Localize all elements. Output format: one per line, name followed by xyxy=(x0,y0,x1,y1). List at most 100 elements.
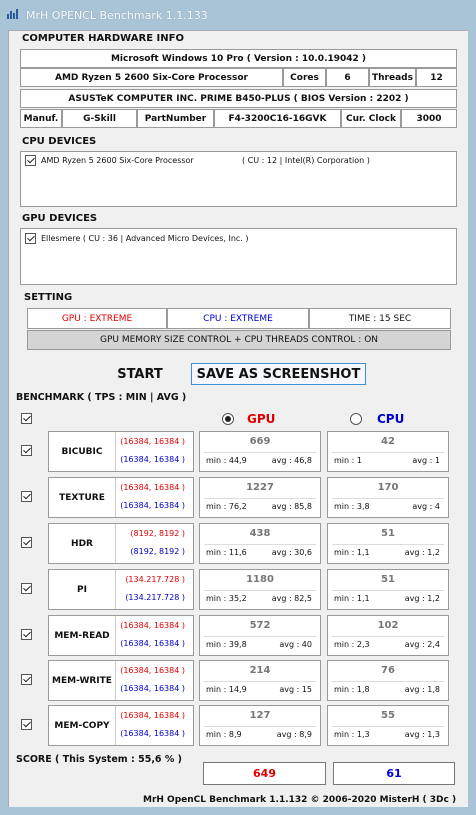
row-name-box: PI (134.217.728 ) (134.217.728 ) xyxy=(48,569,194,610)
gpu-result: 669 min : 44,9 avg : 46,8 xyxy=(199,431,321,472)
time-setting: TIME : 15 SEC xyxy=(309,308,451,329)
cpu-radio[interactable] xyxy=(350,413,362,425)
gpu-radio[interactable] xyxy=(222,413,234,425)
cpu-result: 76 min : 1,8 avg : 1,8 xyxy=(327,660,449,701)
row-checkbox[interactable] xyxy=(21,583,32,594)
cpu-avg: avg : 2,4 xyxy=(404,640,440,649)
gpu-tps: 438 xyxy=(249,528,271,539)
gpu-avg: avg : 40 xyxy=(279,640,312,649)
separator xyxy=(204,726,316,727)
gpu-size: (16384, 16384 ) xyxy=(120,666,185,675)
row-checkbox[interactable] xyxy=(21,537,32,548)
separator xyxy=(204,590,316,591)
hardware-section-title: COMPUTER HARDWARE INFO xyxy=(22,33,184,44)
test-name: TEXTURE xyxy=(49,478,116,517)
cpu-score: 61 xyxy=(333,762,455,785)
cpu-device-name: AMD Ryzen 5 2600 Six-Core Processor xyxy=(41,156,194,165)
gpu-tps: 1227 xyxy=(246,482,274,493)
cpu-size: (16384, 16384 ) xyxy=(120,684,185,693)
separator xyxy=(332,498,444,499)
cpu-min: min : 1,1 xyxy=(334,548,370,557)
row-name-box: MEM-READ (16384, 16384 ) (16384, 16384 ) xyxy=(48,615,194,656)
cpu-size: (8192, 8192 ) xyxy=(130,547,185,556)
cpu-avg: avg : 1,8 xyxy=(404,685,440,694)
cpu-device-checkbox[interactable] xyxy=(25,155,36,166)
test-name: BICUBIC xyxy=(49,432,116,471)
gpu-min: min : 35,2 xyxy=(206,594,247,603)
gpu-avg: avg : 82,5 xyxy=(271,594,312,603)
gpu-tps: 572 xyxy=(249,620,271,631)
gpu-avg: avg : 8,9 xyxy=(276,730,312,739)
partnumber-label: PartNumber xyxy=(137,109,214,128)
cpu-tps: 42 xyxy=(381,436,395,447)
row-name-box: MEM-COPY (16384, 16384 ) (16384, 16384 ) xyxy=(48,705,194,746)
gpu-avg: avg : 15 xyxy=(279,685,312,694)
row-checkbox[interactable] xyxy=(21,491,32,502)
cpu-devices-title: CPU DEVICES xyxy=(22,136,97,147)
window-title: MrH OPENCL Benchmark 1.1.133 xyxy=(26,9,208,22)
gpu-size: (16384, 16384 ) xyxy=(120,483,185,492)
partnumber-value: F4-3200C16-16GVK xyxy=(214,109,341,128)
gpu-size: (16384, 16384 ) xyxy=(120,621,185,630)
gpu-tps: 127 xyxy=(249,710,271,721)
cpu-size: (16384, 16384 ) xyxy=(120,501,185,510)
gpu-tps: 669 xyxy=(249,436,271,447)
gpu-result: 1180 min : 35,2 avg : 82,5 xyxy=(199,569,321,610)
gpu-min: min : 76,2 xyxy=(206,502,247,511)
threads-value: 12 xyxy=(416,68,457,87)
row-checkbox[interactable] xyxy=(21,674,32,685)
row-name-box: BICUBIC (16384, 16384 ) (16384, 16384 ) xyxy=(48,431,194,472)
manuf-value: G-Skill xyxy=(62,109,137,128)
gpu-size: (16384, 16384 ) xyxy=(120,437,185,446)
cpu-avg: avg : 1,3 xyxy=(404,730,440,739)
threads-label: Threads xyxy=(369,68,416,87)
cpu-result: 51 min : 1,1 avg : 1,2 xyxy=(327,569,449,610)
separator xyxy=(204,681,316,682)
separator xyxy=(332,544,444,545)
gpu-avg: avg : 30,6 xyxy=(271,548,312,557)
cpu-result: 51 min : 1,1 avg : 1,2 xyxy=(327,523,449,564)
clock-value: 3000 xyxy=(401,109,457,128)
row-checkbox[interactable] xyxy=(21,629,32,640)
title-bar: MrH OPENCL Benchmark 1.1.133 xyxy=(0,0,476,31)
save-screenshot-button[interactable]: SAVE AS SCREENSHOT xyxy=(191,363,366,385)
clock-label: Cur. Clock xyxy=(341,109,401,128)
gpu-avg: avg : 85,8 xyxy=(271,502,312,511)
gpu-tps: 1180 xyxy=(246,574,274,585)
manuf-label: Manuf. xyxy=(20,109,62,128)
gpu-result: 1227 min : 76,2 avg : 85,8 xyxy=(199,477,321,518)
cpu-min: min : 1 xyxy=(334,456,362,465)
gpu-min: min : 14,9 xyxy=(206,685,247,694)
separator xyxy=(332,726,444,727)
cpu-min: min : 2,3 xyxy=(334,640,370,649)
cpu-tps: 51 xyxy=(381,528,395,539)
row-checkbox[interactable] xyxy=(21,719,32,730)
gpu-result: 438 min : 11,6 avg : 30,6 xyxy=(199,523,321,564)
gpu-device-item: Ellesmere ( CU : 36 | Advanced Micro Dev… xyxy=(41,234,249,243)
cpu-avg: avg : 1,2 xyxy=(404,594,440,603)
cpu-size: (16384, 16384 ) xyxy=(120,639,185,648)
test-name: HDR xyxy=(49,524,116,563)
row-name-box: HDR (8192, 8192 ) (8192, 8192 ) xyxy=(48,523,194,564)
gpu-min: min : 8,9 xyxy=(206,730,242,739)
gpu-result: 127 min : 8,9 avg : 8,9 xyxy=(199,705,321,746)
app-icon xyxy=(7,9,18,19)
row-checkbox[interactable] xyxy=(21,445,32,456)
gpu-result: 214 min : 14,9 avg : 15 xyxy=(199,660,321,701)
gpu-size: (134.217.728 ) xyxy=(125,575,185,584)
cpu-result: 42 min : 1 avg : 1 xyxy=(327,431,449,472)
cpu-avg: avg : 1,2 xyxy=(404,548,440,557)
separator xyxy=(204,636,316,637)
start-button[interactable]: START xyxy=(104,364,176,384)
gpu-device-checkbox[interactable] xyxy=(25,233,36,244)
gpu-size: (16384, 16384 ) xyxy=(120,711,185,720)
separator xyxy=(204,498,316,499)
cpu-size: (16384, 16384 ) xyxy=(120,455,185,464)
footer-credit: MrH OpenCL Benchmark 1.1.132 © 2006-2020… xyxy=(143,795,457,805)
test-name: MEM-COPY xyxy=(49,706,116,745)
select-all-checkbox[interactable] xyxy=(21,413,32,424)
separator xyxy=(332,681,444,682)
gpu-min: min : 39,8 xyxy=(206,640,247,649)
score-label: SCORE ( This System : 55,6 % ) xyxy=(16,754,183,765)
gpu-devices-title: GPU DEVICES xyxy=(22,213,98,224)
